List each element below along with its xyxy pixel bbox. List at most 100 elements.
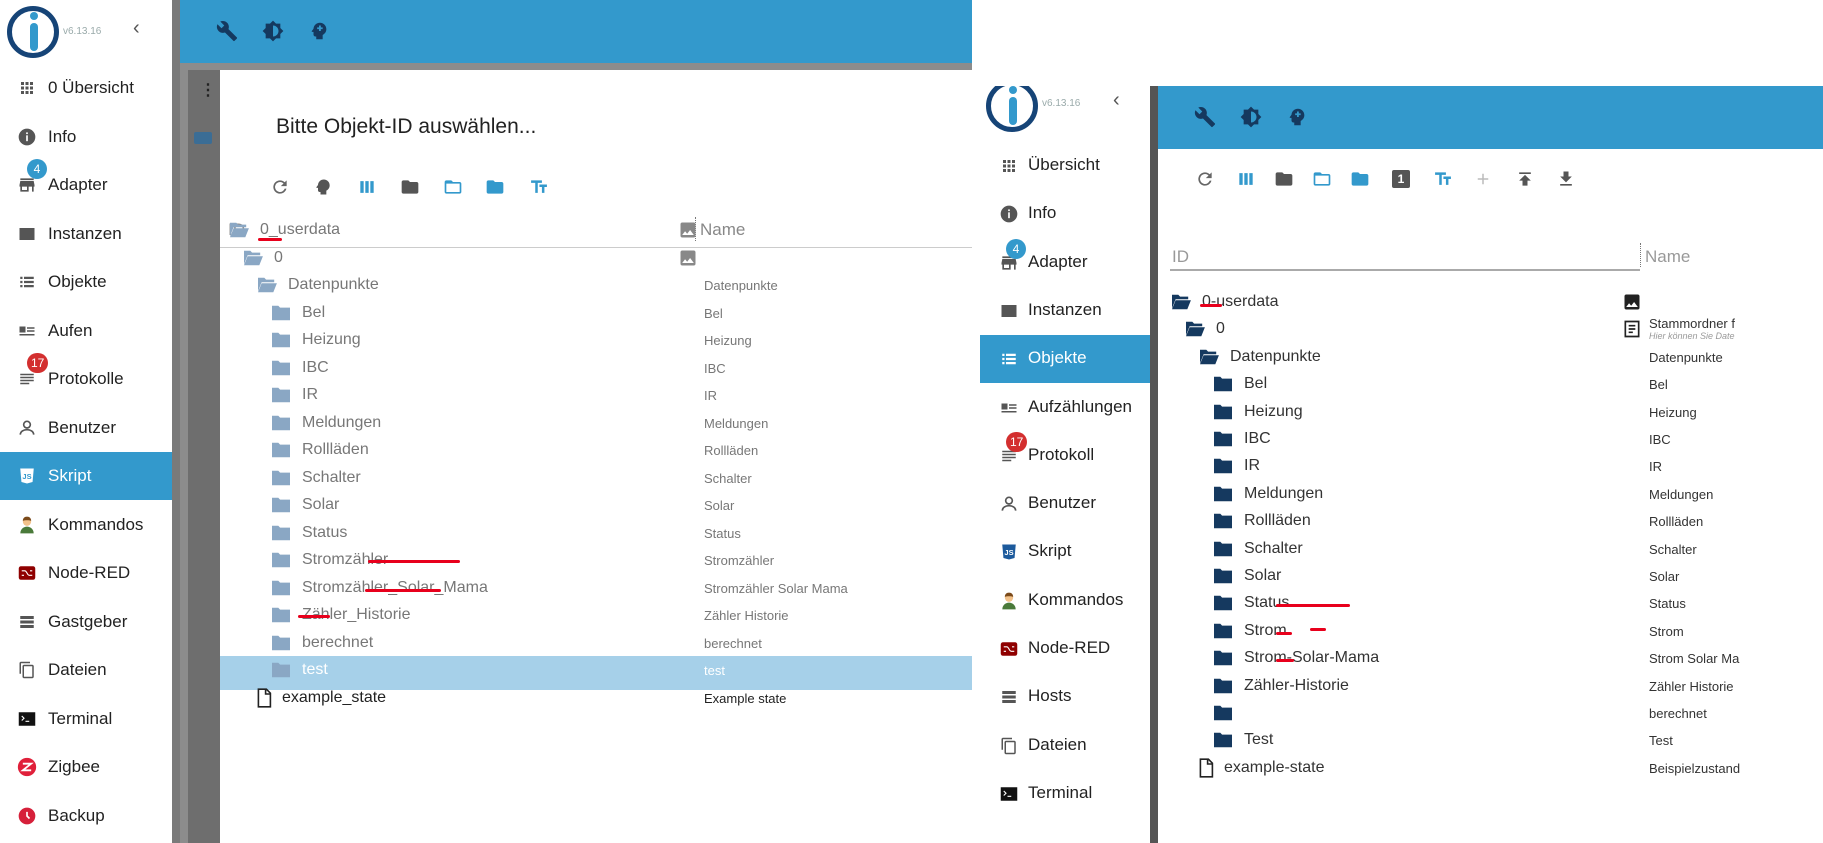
nav-item-zigbee[interactable]: Zigbee — [0, 743, 172, 791]
row-id: berechnet — [302, 633, 374, 651]
nav-item-objekte[interactable]: Objekte — [980, 335, 1150, 384]
row-id: IR — [302, 386, 318, 403]
nav-item-aufen[interactable]: Aufen — [0, 307, 172, 355]
add-icon[interactable] — [1472, 168, 1494, 190]
row-id: Datenpunkte — [288, 276, 379, 293]
nav-item-skript[interactable]: JS Skript — [980, 528, 1150, 576]
row-name: Rollläden — [1649, 514, 1704, 530]
row-name: Schalter — [1649, 541, 1697, 557]
folder-open-icon[interactable] — [442, 176, 464, 198]
nav-item-benutzer[interactable]: Benutzer — [0, 404, 172, 452]
nav-item-skript[interactable]: JS Skript — [0, 452, 172, 500]
folder-open-icon — [242, 249, 264, 267]
nav-item-backup[interactable]: Backup — [0, 792, 172, 840]
admin-screen-left: v6.13.16 ‹ 0 Übersicht Info 4 Adapter Instan… — [0, 0, 972, 843]
svg-text:JS: JS — [1004, 548, 1013, 557]
nav-item-label: Zigbee — [48, 757, 100, 776]
nav-item-adapter[interactable]: 4 Adapter — [0, 159, 172, 209]
nav-item-instanzen[interactable]: Instanzen — [0, 210, 172, 258]
count-badge: 17 — [1006, 431, 1028, 452]
nav-item-0-übersicht[interactable]: 0 Übersicht — [0, 64, 172, 112]
nav-item-label: Kommandos — [1028, 589, 1124, 609]
nav-item-kommandos[interactable]: Kommandos — [0, 501, 172, 549]
folder-open-icon[interactable] — [1311, 168, 1333, 190]
nav-item-label: Info — [48, 126, 77, 146]
nav-item-dateien[interactable]: Dateien — [0, 646, 172, 694]
nav-item-adapter[interactable]: 4 Adapter — [980, 238, 1150, 287]
nav-item-label: Dateien — [1028, 734, 1087, 754]
folder-icon — [1212, 677, 1234, 695]
state-row[interactable]: example-state — [1198, 752, 1325, 784]
wrench-icon[interactable] — [1194, 106, 1216, 128]
red-annotation-mark — [258, 238, 282, 241]
folder-collapse-icon[interactable] — [1349, 168, 1371, 190]
folder-icon[interactable] — [1273, 168, 1295, 190]
nav-item-hosts[interactable]: Hosts — [980, 673, 1150, 721]
count-badge: 4 — [27, 159, 47, 179]
row-name: Datenpunkte — [704, 278, 778, 293]
columns-icon[interactable] — [356, 176, 378, 198]
row-name: IBC — [1649, 432, 1671, 447]
expert-mode-icon[interactable] — [1286, 106, 1308, 128]
folder-icon — [270, 469, 292, 487]
nav-item-label: Skript — [1028, 541, 1072, 561]
chevron-left-icon[interactable]: ‹ — [1113, 89, 1120, 112]
text-size-icon[interactable] — [528, 176, 550, 198]
nav-item-label: Node-RED — [48, 563, 131, 582]
nav-item-übersicht[interactable]: Übersicht — [980, 142, 1150, 190]
nav-item-gastgeber[interactable]: Gastgeber — [0, 598, 172, 646]
brightness-icon[interactable] — [262, 20, 284, 42]
nav-item-info[interactable]: Info — [0, 113, 172, 161]
nav-item-benutzer[interactable]: Benutzer — [980, 480, 1150, 528]
row-name: Zähler Historie — [704, 608, 789, 623]
chevron-left-icon[interactable]: ‹ — [133, 17, 140, 40]
nav-item-label: Hosts — [1028, 686, 1072, 706]
nav-item-dateien[interactable]: Dateien — [980, 722, 1150, 770]
folder-collapse-icon[interactable] — [484, 176, 506, 198]
nav-item-node-red[interactable]: Node-RED — [0, 549, 172, 597]
info-icon — [16, 126, 38, 148]
expand-level-icon[interactable]: 1 — [1390, 168, 1412, 190]
row-id: Schalter — [302, 468, 361, 486]
folder-icon — [270, 496, 292, 514]
nav-item-label: Backup — [48, 805, 105, 825]
row-name: IR — [704, 388, 717, 403]
brightness-icon[interactable] — [1240, 106, 1262, 128]
text-size-icon[interactable] — [1432, 168, 1454, 190]
user-icon — [16, 417, 38, 439]
nav-item-node-red[interactable]: Node-RED — [980, 625, 1150, 673]
folder-icon[interactable] — [399, 176, 421, 198]
refresh-icon[interactable] — [269, 176, 291, 198]
nav-item-label: Node-RED — [1028, 638, 1111, 657]
nav-item-aufzählungen[interactable]: Aufzählungen — [980, 384, 1150, 432]
grid-icon — [998, 155, 1020, 177]
state-row[interactable]: example_state — [256, 682, 386, 714]
row-id: Meldungen — [1244, 484, 1324, 502]
expert-mode-icon[interactable] — [312, 176, 334, 198]
nav-item-info[interactable]: Info — [980, 190, 1150, 238]
nav-item-terminal[interactable]: Terminal — [980, 770, 1150, 818]
row-name: Test — [1649, 733, 1673, 749]
upload-icon[interactable] — [1514, 168, 1536, 190]
row-name: Meldungen — [704, 415, 769, 431]
nav-item-instanzen[interactable]: Instanzen — [980, 287, 1150, 335]
nav-item-label: Benutzer — [48, 417, 117, 437]
row-id: IBC — [1244, 430, 1271, 447]
download-icon[interactable] — [1555, 168, 1577, 190]
row-id: Strom — [1244, 621, 1287, 639]
nav-item-protokolle[interactable]: 17 Protokolle — [0, 353, 172, 403]
js-icon: JS — [998, 541, 1020, 563]
row-id: Rollläden — [1244, 512, 1311, 530]
row-id: 0_userdata — [260, 221, 341, 238]
nav-item-kommandos[interactable]: Kommandos — [980, 577, 1150, 625]
nav-item-terminal[interactable]: Terminal — [0, 695, 172, 743]
row-name: IBC — [704, 360, 726, 376]
refresh-icon[interactable] — [1194, 168, 1216, 190]
admin-screen-right: v6.13.16 ‹ Übersicht Info 4 Adapter Instanze… — [980, 86, 1823, 843]
nav-item-objekte[interactable]: Objekte — [0, 258, 172, 306]
wrench-icon[interactable] — [216, 20, 238, 42]
nav-item-protokoll[interactable]: 17 Protokoll — [980, 431, 1150, 480]
row-id: IR — [1244, 457, 1260, 475]
columns-icon[interactable] — [1235, 168, 1257, 190]
expert-mode-icon[interactable] — [308, 20, 330, 42]
